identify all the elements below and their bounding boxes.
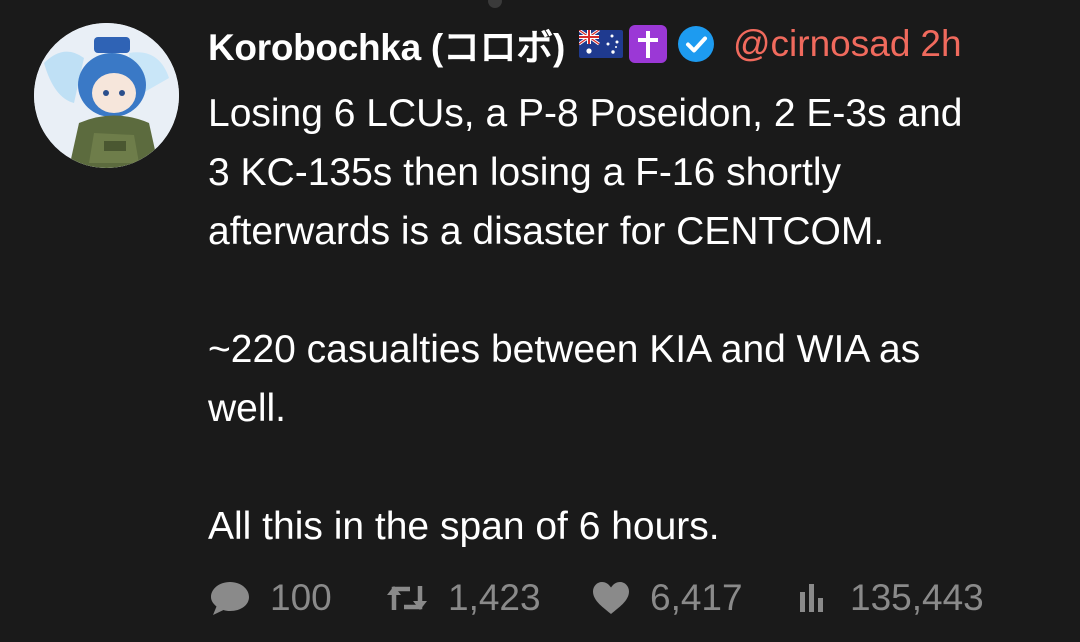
author-handle[interactable]: @cirnosad [733, 23, 910, 65]
reply-count: 100 [270, 577, 332, 618]
repost-button[interactable]: 1,423 [384, 577, 590, 619]
like-button[interactable]: 6,417 [590, 577, 794, 619]
post-text-line: ~220 casualties between KIA and WIA as [208, 328, 921, 371]
post-text-line: 3 KC-135s then losing a F-16 shortly [208, 151, 841, 194]
post-text-line: afterwards is a disaster for CENTCOM. [208, 210, 885, 253]
avatar[interactable] [34, 23, 179, 168]
post-actions: 100 1,423 6,417 135,443 [208, 572, 984, 624]
reply-button[interactable]: 100 [208, 577, 384, 619]
post-text-line: well. [208, 387, 287, 430]
views-button[interactable]: 135,443 [794, 577, 984, 619]
post-timestamp[interactable]: 2h [920, 23, 961, 65]
previous-post-fragment [488, 0, 502, 8]
reply-bubble-icon [211, 582, 249, 615]
avatar-image [34, 23, 179, 168]
post-text: Losing 6 LCUs, a P-8 Poseidon, 2 E-3s an… [208, 84, 1058, 556]
latin-cross-icon [628, 25, 667, 63]
like-count: 6,417 [650, 577, 743, 618]
post-body: Korobochka (コロボ) @cirnosad 2h Losing 6 L… [208, 16, 1058, 556]
heart-icon [593, 582, 629, 614]
verified-badge-icon [677, 25, 715, 63]
view-count: 135,443 [850, 577, 984, 618]
repost-icon [387, 586, 427, 610]
post-header: Korobochka (コロボ) @cirnosad 2h [208, 16, 1058, 72]
post-text-line: Losing 6 LCUs, a P-8 Poseidon, 2 E-3s an… [208, 92, 963, 135]
australia-flag-icon [578, 28, 623, 58]
views-chart-icon [800, 584, 823, 612]
post-text-line: All this in the span of 6 hours. [208, 505, 720, 548]
repost-count: 1,423 [448, 577, 541, 618]
author-display-name[interactable]: Korobochka (コロボ) [208, 17, 565, 71]
